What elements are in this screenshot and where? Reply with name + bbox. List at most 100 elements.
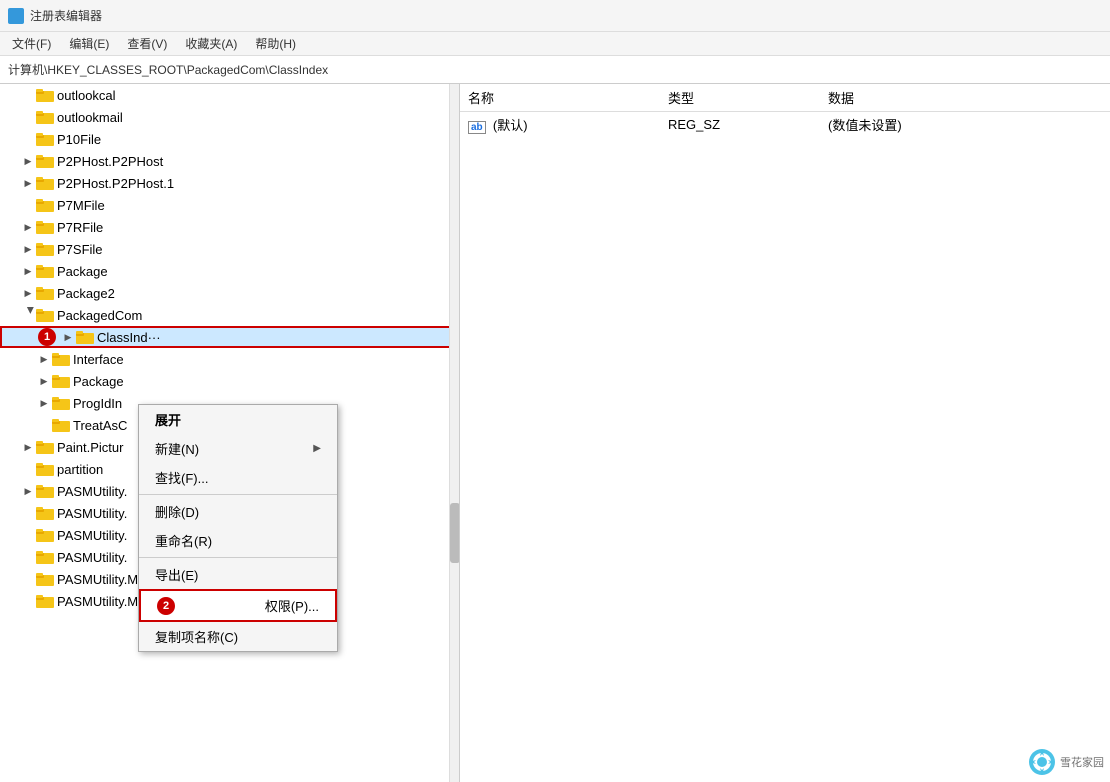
folder-icon [36,484,54,498]
table-row[interactable]: ab (默认) REG_SZ (数值未设置) [460,112,1110,138]
address-bar: 计算机\HKEY_CLASSES_ROOT\PackagedCom\ClassI… [0,56,1110,84]
tree-item-package[interactable]: ▶ Package [0,260,459,282]
menu-bar: 文件(F) 编辑(E) 查看(V) 收藏夹(A) 帮助(H) [0,32,1110,56]
tree-item-p7sfile[interactable]: ▶ P7SFile [0,238,459,260]
ctx-export[interactable]: 导出(E) [139,560,337,589]
watermark-text: 雪花家园 [1060,754,1104,770]
tree-label: TreatAsC [73,418,127,433]
tree-label: Package [57,264,108,279]
tree-item-p2phost1[interactable]: ▶ P2PHost.P2PHost.1 [0,172,459,194]
ctx-expand[interactable]: 展开 [139,405,337,434]
folder-icon [36,242,54,256]
badge-1: 1 [38,328,56,346]
menu-file[interactable]: 文件(F) [4,33,59,54]
tree-label: PASMUtility. [57,528,127,543]
tree-label: Interface [73,352,124,367]
folder-icon [36,308,54,322]
folder-icon [36,528,54,542]
folder-icon [36,572,54,586]
tree-item-p7mfile[interactable]: P7MFile [0,194,459,216]
tree-label: P10File [57,132,101,147]
tree-arrow-icon: ▶ [60,329,76,345]
tree-label: PASMUtility. [57,550,127,565]
folder-icon [36,198,54,212]
value-name: ab (默认) [460,112,660,138]
badge-2: 2 [157,597,175,615]
tree-label: outlookmail [57,110,123,125]
tree-arrow-icon: ▶ [20,439,36,455]
values-table: 名称 类型 数据 ab (默认) REG_SZ (数值未设置) [460,84,1110,137]
tree-item-p2phost[interactable]: ▶ P2PHost.P2PHost [0,150,459,172]
tree-item-outlookcal[interactable]: outlookcal [0,84,459,106]
tree-arrow-icon: ▶ [20,153,36,169]
title-bar: 注册表编辑器 [0,0,1110,32]
watermark: 雪花家园 [1028,748,1104,776]
col-name: 名称 [460,84,660,112]
folder-icon [36,506,54,520]
tree-label: PASMUtility. [57,506,127,521]
tree-item-interface[interactable]: ▶ Interface [0,348,459,370]
tree-arrow-icon: ▶ [36,351,52,367]
tree-label: Paint.Pictur [57,440,123,455]
folder-icon [52,418,70,432]
ctx-delete[interactable]: 删除(D) [139,497,337,526]
folder-icon [36,132,54,146]
tree-label: P2PHost.P2PHost [57,154,163,169]
folder-icon [36,220,54,234]
tree-label: P7MFile [57,198,105,213]
folder-icon [52,396,70,410]
value-type: REG_SZ [660,112,820,138]
menu-favorites[interactable]: 收藏夹(A) [177,33,245,54]
ctx-new[interactable]: 新建(N) ▶ [139,434,337,463]
ctx-rename[interactable]: 重命名(R) [139,526,337,555]
ctx-permissions[interactable]: 2 权限(P)... [139,589,337,622]
folder-icon [36,176,54,190]
ab-box: ab [468,121,486,134]
tree-arrow-icon: ▶ [20,307,36,323]
menu-help[interactable]: 帮助(H) [247,33,304,54]
tree-item-p10file[interactable]: P10File [0,128,459,150]
menu-view[interactable]: 查看(V) [119,33,175,54]
scrollbar[interactable] [449,84,459,782]
address-path: 计算机\HKEY_CLASSES_ROOT\PackagedCom\ClassI… [8,61,328,78]
folder-icon [52,374,70,388]
registry-values-pane: 名称 类型 数据 ab (默认) REG_SZ (数值未设置) [460,84,1110,782]
tree-arrow-icon: ▶ [20,285,36,301]
folder-icon [36,88,54,102]
folder-icon [36,110,54,124]
col-type: 类型 [660,84,820,112]
tree-label: P7RFile [57,220,103,235]
app-icon [8,8,24,24]
tree-arrow-icon: ▶ [20,241,36,257]
folder-icon [76,330,94,344]
tree-label: PackagedCom [57,308,142,323]
tree-item-package3[interactable]: ▶ Package [0,370,459,392]
tree-arrow-icon: ▶ [36,395,52,411]
folder-icon [36,264,54,278]
tree-item-p7rfile[interactable]: ▶ P7RFile [0,216,459,238]
ctx-divider-1 [139,494,337,495]
tree-item-classindex[interactable]: 1 ▶ ClassInd··· [0,326,459,348]
ctx-divider-2 [139,557,337,558]
tree-item-package2[interactable]: ▶ Package2 [0,282,459,304]
ctx-copy[interactable]: 复制项名称(C) [139,622,337,651]
tree-label: ProgIdIn [73,396,122,411]
folder-icon [36,594,54,608]
ctx-find[interactable]: 查找(F)... [139,463,337,492]
tree-item-packagedcom[interactable]: ▶ PackagedCom [0,304,459,326]
watermark-icon [1028,748,1056,776]
folder-icon [36,286,54,300]
tree-arrow-icon: ▶ [20,263,36,279]
folder-icon [36,154,54,168]
folder-icon [52,352,70,366]
tree-item-outlookmail[interactable]: outlookmail [0,106,459,128]
col-data: 数据 [820,84,1110,112]
tree-label: Package2 [57,286,115,301]
tree-label: Package [73,374,124,389]
tree-arrow-icon: ▶ [36,373,52,389]
value-data: (数值未设置) [820,112,1110,138]
tree-label: partition [57,462,103,477]
main-area: outlookcal outlookmail P10File ▶ P2PHost… [0,84,1110,782]
menu-edit[interactable]: 编辑(E) [61,33,117,54]
tree-label: PASMUtility. [57,484,127,499]
